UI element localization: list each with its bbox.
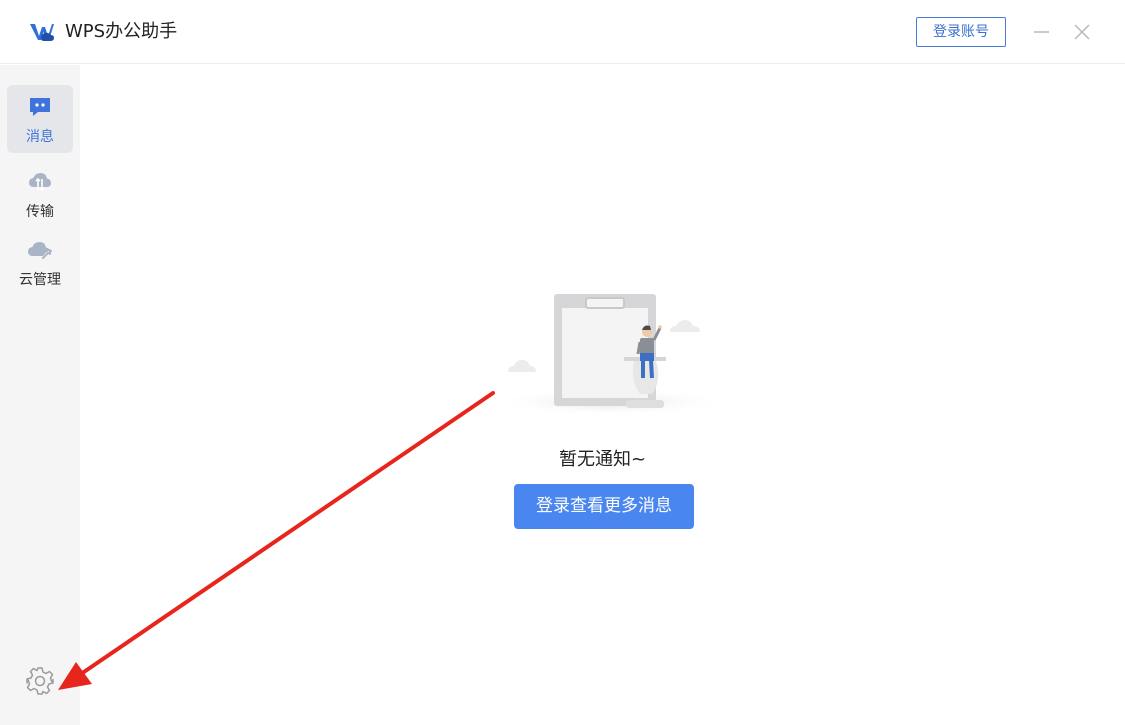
main-content: 暂无通知~ 登录查看更多消息 [80, 65, 1125, 725]
wps-assistant-window: WPS办公助手 登录账号 消息 传输 云管理 暂无通知~ 登录查看更多消息 [0, 0, 1125, 725]
settings-button[interactable] [24, 665, 56, 697]
sidebar-item-label: 消息 [26, 129, 54, 145]
login-view-more-button[interactable]: 登录查看更多消息 [514, 484, 694, 529]
sidebar-item-transfer[interactable]: 传输 [7, 160, 73, 228]
cloud-manage-icon [28, 242, 52, 259]
wps-logo-icon [30, 24, 54, 41]
close-icon [1074, 24, 1090, 40]
sidebar-item-label: 云管理 [19, 272, 61, 288]
cloud-transfer-icon [29, 173, 51, 192]
empty-notification-text: 暂无通知~ [558, 449, 647, 470]
message-bubble-icon [30, 98, 50, 116]
sidebar-item-messages[interactable]: 消息 [7, 85, 73, 153]
gear-icon [26, 667, 54, 695]
login-account-button[interactable]: 登录账号 [916, 17, 1006, 47]
title-bar: WPS办公助手 登录账号 [0, 0, 1125, 64]
empty-notifications-illustration [494, 294, 726, 416]
sidebar-item-label: 传输 [26, 204, 54, 220]
minimize-button[interactable] [1027, 17, 1057, 47]
sidebar: 消息 传输 云管理 [0, 65, 80, 725]
close-button[interactable] [1067, 17, 1097, 47]
minimize-icon [1034, 31, 1049, 33]
app-title: WPS办公助手 [65, 21, 178, 42]
sidebar-item-cloud-manage[interactable]: 云管理 [7, 228, 73, 296]
